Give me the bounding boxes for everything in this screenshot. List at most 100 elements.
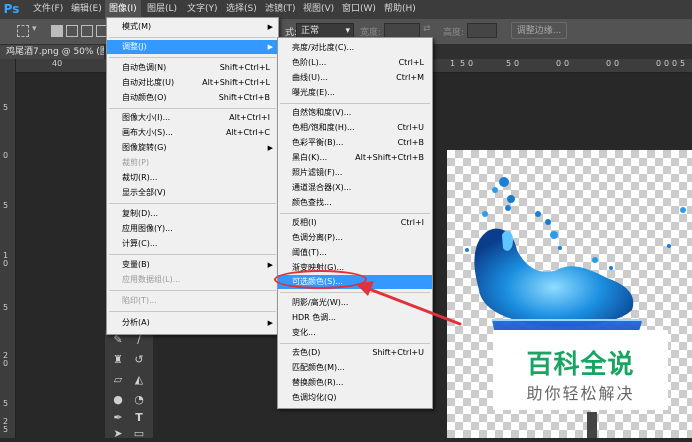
submenu-arrow-icon: ▶ [267, 23, 273, 31]
menu-item-color-lookup[interactable]: 颜色查找... [278, 196, 432, 210]
menu-item-channel-mixer[interactable]: 通道混合器(X)... [278, 181, 432, 195]
menu-item-label: 裁剪(P) [122, 158, 150, 167]
menu-item-label: 计算(C)... [122, 239, 158, 248]
submenu-arrow-icon: ▶ [267, 144, 273, 152]
menu-item-desaturate[interactable]: 去色(D) Shift+Ctrl+U [278, 346, 432, 360]
rectangle-tool-icon[interactable]: ▭ [131, 426, 147, 442]
style-select[interactable]: 正常 ▾ [296, 23, 354, 38]
menu-item-label: 曝光度(E)... [292, 88, 335, 97]
menu-item-canvas-size[interactable]: 画布大小(S)... Alt+Ctrl+C [107, 126, 278, 140]
menu-item-label: 替换颜色(R)... [292, 378, 344, 387]
menu-item-threshold[interactable]: 阈值(T)... [278, 246, 432, 260]
clone-stamp-icon[interactable]: ♜ [110, 352, 126, 368]
history-brush-icon[interactable]: ↺ [131, 352, 147, 368]
menu-item-curves[interactable]: 曲线(U)... Ctrl+M [278, 71, 432, 85]
menu-item-shortcut: Shift+Ctrl+L [219, 63, 270, 72]
menu-item-trap[interactable]: 陷印(T)... [107, 294, 278, 308]
menu-item-calculations[interactable]: 计算(C)... [107, 237, 278, 251]
menu-item-apply-image[interactable]: 应用图像(Y)... [107, 222, 278, 236]
menu-item-reveal-all[interactable]: 显示全部(V) [107, 186, 278, 200]
menu-item-label: 色调分离(P)... [292, 233, 343, 242]
add-selection-icon[interactable] [66, 25, 78, 37]
ruler-tick: 5 [460, 59, 466, 68]
menu-item-equalize[interactable]: 色调均化(Q) [278, 391, 432, 405]
pen-icon[interactable]: ✒ [110, 410, 126, 426]
menu-item-mode[interactable]: 模式(M) ▶ [107, 20, 278, 34]
ruler-tick: 0 [614, 59, 620, 68]
width-field[interactable] [384, 23, 420, 38]
path-selection-icon[interactable]: ➤ [110, 426, 126, 442]
menu-item-trim[interactable]: 裁切(R)... [107, 171, 278, 185]
menu-item-photo-filter[interactable]: 照片滤镜(F)... [278, 166, 432, 180]
menu-divider [109, 57, 276, 58]
tools-panel: ✎ ∕ ♜ ↺ ▱ ◭ ● ◔ ✒ T ➤ ▭ [105, 330, 153, 440]
style-value: 正常 [301, 26, 320, 36]
menu-item-black-white[interactable]: 黑白(K)... Alt+Shift+Ctrl+B [278, 151, 432, 165]
refine-edge-button[interactable]: 调整边缘... [511, 22, 567, 39]
annotation-arrow [356, 281, 462, 326]
menu-window[interactable]: 窗口(W) [338, 0, 380, 19]
ruler-tick: 1 [450, 59, 456, 68]
menu-edit[interactable]: 编辑(E) [67, 0, 106, 19]
menu-item-analysis[interactable]: 分析(A) ▶ [107, 316, 278, 330]
image-menu: 模式(M) ▶ 调整(J) ▶ 自动色调(N) Shift+Ctrl+L 自动对比度(… [106, 17, 279, 335]
menu-item-auto-tone[interactable]: 自动色调(N) Shift+Ctrl+L [107, 61, 278, 75]
ruler-tick: 5 [3, 303, 9, 312]
height-field[interactable] [467, 23, 497, 38]
type-tool-icon[interactable]: T [131, 410, 147, 426]
menu-item-image-rotation[interactable]: 图像旋转(G) ▶ [107, 141, 278, 155]
menu-item-auto-color[interactable]: 自动颜色(O) Shift+Ctrl+B [107, 91, 278, 105]
menu-divider [280, 213, 430, 214]
dodge-icon[interactable]: ◔ [131, 392, 147, 408]
menu-item-levels[interactable]: 色阶(L)... Ctrl+L [278, 56, 432, 70]
menu-item-crop[interactable]: 裁剪(P) [107, 156, 278, 170]
menu-view[interactable]: 视图(V) [299, 0, 338, 19]
ruler-tick: 0 [3, 151, 9, 160]
menu-item-duplicate[interactable]: 复制(D)... [107, 207, 278, 221]
ruler-tick: 0 [3, 359, 9, 368]
ruler-tick: 0 [556, 59, 562, 68]
ruler-tick: 5 [3, 425, 9, 434]
menu-item-shortcut: Ctrl+L [398, 58, 424, 67]
menu-item-image-size[interactable]: 图像大小(I)... Alt+Ctrl+I [107, 111, 278, 125]
menu-item-auto-contrast[interactable]: 自动对比度(U) Alt+Shift+Ctrl+L [107, 76, 278, 90]
menu-item-replace-color[interactable]: 替换颜色(R)... [278, 376, 432, 390]
new-selection-icon[interactable] [51, 25, 63, 37]
ruler-tick: 5 [506, 59, 512, 68]
blur-icon[interactable]: ● [110, 392, 126, 408]
subtract-selection-icon[interactable] [81, 25, 93, 37]
menu-item-label: 黑白(K)... [292, 153, 328, 162]
menu-file[interactable]: 文件(F) [29, 0, 67, 19]
marquee-tool-icon[interactable] [17, 25, 29, 37]
menu-item-invert[interactable]: 反相(I) Ctrl+I [278, 216, 432, 230]
eraser-icon[interactable]: ▱ [110, 372, 126, 388]
menu-item-shortcut: Alt+Shift+Ctrl+B [355, 153, 424, 162]
menu-item-hue-saturation[interactable]: 色相/饱和度(H)... Ctrl+U [278, 121, 432, 135]
swap-icon[interactable]: ⇄ [423, 24, 431, 34]
menu-item-color-balance[interactable]: 色彩平衡(B)... Ctrl+B [278, 136, 432, 150]
watermark-title: 百科全说 [526, 350, 635, 380]
ruler-tick: 0 [3, 259, 9, 268]
menu-item-label: 变量(B) [122, 260, 150, 269]
menu-item-posterize[interactable]: 色调分离(P)... [278, 231, 432, 245]
menu-item-vibrance[interactable]: 自然饱和度(V)... [278, 106, 432, 120]
ruler-tick: 5 [3, 201, 9, 210]
document-tab[interactable]: 鸡尾酒7.png @ 50% (图层 [0, 45, 104, 59]
height-label: 高度: [443, 28, 465, 38]
menu-item-label: 照片滤镜(F)... [292, 168, 343, 177]
menu-item-variables[interactable]: 变量(B) ▶ [107, 258, 278, 272]
menu-item-label: 应用图像(Y)... [122, 224, 173, 233]
menu-item-label: 画布大小(S)... [122, 128, 173, 137]
menu-item-apply-data-set[interactable]: 应用数据组(L)... [107, 273, 278, 287]
menu-item-brightness-contrast[interactable]: 亮度/对比度(C)... [278, 41, 432, 55]
menu-item-label: 自动对比度(U) [122, 78, 175, 87]
paint-bucket-icon[interactable]: ◭ [131, 372, 147, 388]
menu-divider [109, 108, 276, 109]
menu-item-match-color[interactable]: 匹配颜色(M)... [278, 361, 432, 375]
menu-item-label: 颜色查找... [292, 198, 332, 207]
menu-help[interactable]: 帮助(H) [380, 0, 420, 19]
menu-item-label: 色调均化(Q) [292, 393, 337, 402]
menu-item-adjustments[interactable]: 调整(J) ▶ [107, 40, 278, 54]
chevron-down-icon[interactable]: ▾ [32, 24, 37, 34]
menu-item-exposure[interactable]: 曝光度(E)... [278, 86, 432, 100]
